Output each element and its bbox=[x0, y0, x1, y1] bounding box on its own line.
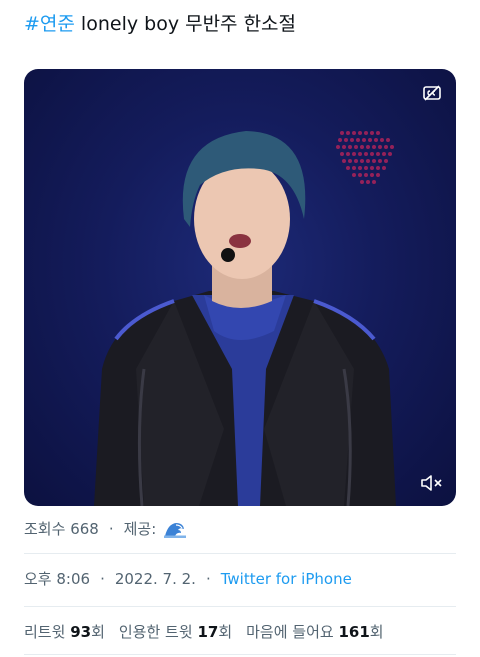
quotes-unit: 회 bbox=[218, 623, 233, 641]
speaker-muted-icon[interactable] bbox=[418, 472, 446, 494]
hashtag-link[interactable]: #연준 bbox=[24, 13, 75, 35]
retweets-stat[interactable]: 리트윗 93회 bbox=[24, 623, 105, 641]
likes-label: 마음에 들어요 bbox=[246, 623, 334, 641]
likes-unit: 회 bbox=[369, 623, 384, 641]
divider bbox=[24, 553, 456, 554]
retweets-unit: 회 bbox=[91, 623, 105, 641]
video-player[interactable] bbox=[24, 69, 456, 506]
separator: · bbox=[100, 570, 105, 588]
provider-label: 제공: bbox=[123, 520, 157, 538]
retweets-label: 리트윗 bbox=[24, 623, 66, 641]
wave-emoji-icon[interactable] bbox=[164, 520, 187, 538]
views-label: 조회수 bbox=[24, 520, 66, 538]
separator: · bbox=[108, 520, 114, 538]
video-frame bbox=[94, 131, 396, 506]
engagement-stats-row: 리트윗 93회 인용한 트윗 17회 마음에 들어요 161회 bbox=[24, 621, 384, 642]
timestamp-row: 오후 8:06 · 2022. 7. 2. · Twitter for iPhone bbox=[24, 568, 352, 589]
tweet-body: lonely boy 무반주 한소절 bbox=[74, 13, 297, 35]
likes-count: 161 bbox=[338, 623, 370, 641]
separator: · bbox=[205, 570, 211, 588]
divider bbox=[24, 606, 456, 607]
closed-captions-off-icon[interactable] bbox=[422, 83, 442, 103]
tweet-date[interactable]: 2022. 7. 2. bbox=[115, 570, 196, 588]
source-link[interactable]: Twitter for iPhone bbox=[221, 570, 352, 588]
likes-stat[interactable]: 마음에 들어요 161회 bbox=[246, 623, 383, 641]
quotes-stat[interactable]: 인용한 트윗 17회 bbox=[119, 623, 232, 641]
view-count-row: 조회수 668 · 제공: bbox=[24, 518, 187, 539]
divider bbox=[24, 654, 456, 655]
tweet-time[interactable]: 오후 8:06 bbox=[24, 570, 90, 588]
views-count: 668 bbox=[70, 520, 99, 538]
quotes-count: 17 bbox=[197, 623, 219, 641]
tweet-text: #연준 lonely boy 무반주 한소절 bbox=[24, 10, 296, 38]
retweets-count: 93 bbox=[70, 623, 92, 641]
quotes-label: 인용한 트윗 bbox=[118, 623, 193, 641]
